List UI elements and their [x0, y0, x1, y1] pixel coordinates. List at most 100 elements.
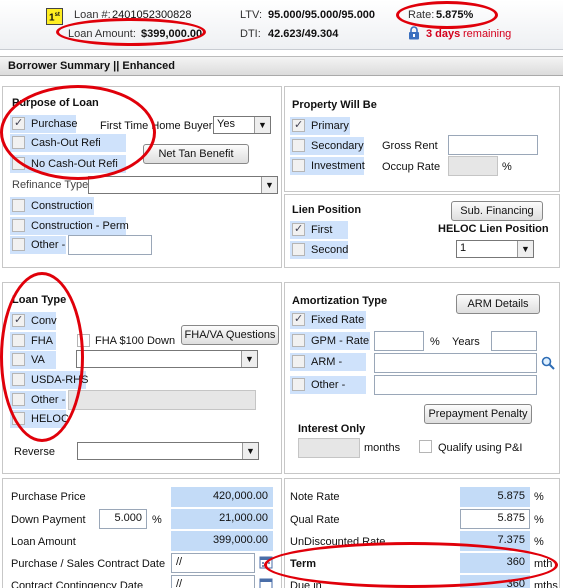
arm-input[interactable]	[374, 353, 537, 373]
contingency-date-input[interactable]: //	[171, 575, 255, 588]
gpm-checkbox[interactable]	[292, 334, 305, 347]
gross-rent-input[interactable]	[448, 135, 538, 155]
note-rate-pct: %	[534, 491, 544, 503]
gpm-pct: %	[430, 336, 440, 348]
loan-type-other-checkbox[interactable]	[12, 393, 25, 406]
undiscounted-rate-pct: %	[534, 536, 544, 548]
fha-100-checkbox[interactable]	[77, 334, 90, 347]
heloc-lien-label: HELOC Lien Position	[438, 223, 549, 235]
gpm-years-input[interactable]	[491, 331, 537, 351]
construction-label: Construction	[31, 200, 93, 212]
primary-checkbox[interactable]	[292, 118, 305, 132]
occup-rate-input[interactable]	[448, 156, 498, 176]
gpm-rate-input[interactable]	[374, 331, 424, 351]
arm-details-button[interactable]: ARM Details	[456, 294, 540, 314]
undiscounted-rate-field[interactable]: 7.375	[460, 531, 530, 551]
loan-type-other-label: Other -	[31, 394, 66, 406]
chevron-down-icon: ▼	[241, 351, 257, 367]
note-rate-field[interactable]: 5.875	[460, 487, 530, 507]
contract-date-input[interactable]: //	[171, 553, 255, 573]
down-payment-field[interactable]: 21,000.00	[171, 509, 273, 529]
second-lien-checkbox[interactable]	[292, 243, 305, 256]
reverse-select[interactable]: ▼	[77, 442, 259, 460]
heloc-lien-value: 1	[460, 242, 467, 254]
ltv-value: 95.000/95.000/95.000	[268, 9, 376, 21]
loan-amount-field[interactable]: 399,000.00	[171, 531, 273, 551]
amort-other-input[interactable]	[374, 375, 537, 395]
loan-amount-label-2: Loan Amount	[11, 536, 76, 548]
purchase-price-field[interactable]: 420,000.00	[171, 487, 273, 507]
qual-rate-field[interactable]: 5.875	[460, 509, 530, 529]
loan-number: 2401052300828	[112, 9, 192, 21]
fha-label: FHA	[31, 335, 53, 347]
fha-100-label: FHA $100 Down	[95, 335, 176, 347]
calendar-icon[interactable]	[259, 577, 273, 588]
note-rate-label: Note Rate	[290, 491, 340, 503]
first-lien-label: First	[311, 224, 333, 236]
purpose-other-label: Other -	[31, 239, 66, 251]
purpose-other-checkbox[interactable]	[12, 238, 25, 251]
months-label: months	[364, 442, 401, 454]
cash-out-checkbox[interactable]	[12, 136, 25, 149]
first-lien-checkbox[interactable]	[292, 222, 305, 236]
va-checkbox[interactable]	[12, 353, 25, 366]
down-payment-label: Down Payment	[11, 514, 86, 526]
down-payment-pct-sign: %	[152, 514, 162, 526]
due-in-field[interactable]: 360	[460, 575, 530, 588]
sub-financing-button[interactable]: Sub. Financing	[451, 201, 543, 221]
purchase-checkbox[interactable]	[12, 116, 25, 130]
conv-checkbox[interactable]	[12, 313, 25, 327]
first-time-label: First Time Home Buyer	[100, 120, 213, 132]
prepayment-penalty-button[interactable]: Prepayment Penalty	[424, 404, 532, 424]
term-field[interactable]: 360	[460, 553, 530, 573]
heloc-lien-select[interactable]: 1 ▼	[456, 240, 534, 258]
lien-badge: 1st	[46, 8, 63, 26]
property-title: Property Will Be	[292, 99, 377, 111]
construction-perm-checkbox[interactable]	[12, 219, 25, 232]
interest-only-months-input[interactable]	[298, 438, 360, 458]
fha-va-questions-button[interactable]: FHA/VA Questions	[181, 325, 279, 345]
construction-checkbox[interactable]	[12, 199, 25, 212]
term-unit: mth	[534, 558, 553, 570]
usda-checkbox[interactable]	[12, 373, 25, 386]
refinance-type-label: Refinance Type	[12, 179, 89, 191]
heloc-checkbox[interactable]	[12, 412, 25, 425]
dti-value: 42.623/49.304	[268, 28, 339, 40]
loan-header: 1st Loan #: 2401052300828 Loan Amount: $…	[0, 0, 563, 50]
net-tan-benefit-button[interactable]: Net Tan Benefit	[143, 144, 249, 164]
loan-type-other-input[interactable]	[68, 390, 256, 410]
arm-checkbox[interactable]	[292, 355, 305, 368]
qual-rate-label: Qual Rate	[290, 514, 340, 526]
amortization-title: Amortization Type	[292, 295, 388, 307]
secondary-checkbox[interactable]	[292, 139, 305, 152]
gross-rent-label: Gross Rent	[382, 140, 438, 152]
investment-label: Investment	[311, 160, 365, 172]
arm-label: ARM -	[311, 356, 343, 368]
due-in-label: Due in	[290, 580, 322, 588]
secondary-label: Secondary	[311, 140, 364, 152]
refinance-type-select[interactable]: ▼	[88, 176, 278, 194]
qualify-pi-checkbox[interactable]	[419, 440, 432, 453]
va-select[interactable]: ▼	[76, 350, 258, 368]
cash-out-label: Cash-Out Refi	[31, 137, 101, 149]
construction-perm-label: Construction - Perm	[31, 220, 129, 232]
purpose-title: Purpose of Loan	[12, 97, 99, 109]
contingency-date-label: Contract Contingency Date	[11, 580, 144, 588]
undiscounted-rate-label: UnDiscounted Rate	[290, 536, 386, 548]
calendar-icon[interactable]	[259, 555, 273, 572]
conv-label: Conv	[31, 315, 57, 327]
term-label: Term	[290, 558, 317, 570]
loan-number-label: Loan #:	[74, 9, 111, 21]
fixed-rate-checkbox[interactable]	[292, 312, 305, 326]
fha-checkbox[interactable]	[12, 334, 25, 347]
purpose-other-input[interactable]	[68, 235, 152, 255]
amort-other-checkbox[interactable]	[292, 378, 305, 391]
interest-only-title: Interest Only	[298, 423, 366, 435]
qual-rate-pct: %	[534, 514, 544, 526]
investment-checkbox[interactable]	[292, 159, 305, 172]
first-time-value: Yes	[217, 118, 235, 130]
first-time-select[interactable]: Yes ▼	[213, 116, 271, 134]
search-icon[interactable]	[541, 356, 555, 373]
no-cash-out-checkbox[interactable]	[12, 157, 25, 170]
down-payment-pct-input[interactable]: 5.000	[99, 509, 147, 529]
